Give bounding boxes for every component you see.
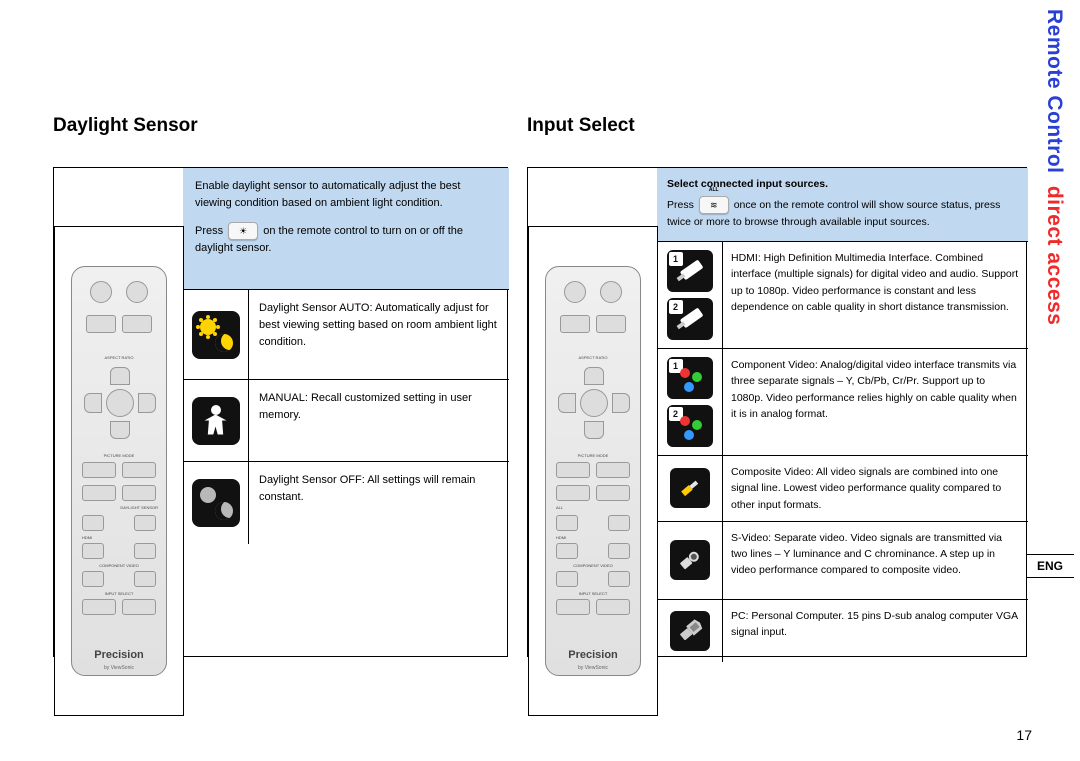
hdmi-icon-2: 2 — [667, 298, 713, 340]
sensor-off-icon — [192, 479, 240, 527]
side-tab-line2: direct access — [1043, 186, 1066, 326]
remote-illustration-cell-2: ASPECT RATIO PICTURE MODE ALL — [528, 226, 658, 716]
daylight-box: ASPECT RATIO PICTURE MODE DAYLIGHT SENSO… — [53, 167, 508, 657]
side-tab-text: Remote Control direct access — [1042, 9, 1066, 325]
composite-icon-cell — [657, 456, 723, 521]
page-number: 17 — [1016, 727, 1032, 743]
daylight-auto-text: Daylight Sensor AUTO: Automatically adju… — [249, 290, 509, 379]
svideo-text: S-Video: Separate video. Video signals a… — [723, 522, 1028, 599]
svideo-icon — [670, 540, 710, 580]
daylight-row-manual: MANUAL: Recall customized setting in use… — [183, 380, 509, 462]
daylight-rows: Daylight Sensor AUTO: Automatically adju… — [183, 290, 509, 544]
input-all-key-icon: ≋ — [699, 196, 729, 214]
daylight-section: Daylight Sensor ASPECT RATIO — [53, 115, 508, 657]
hdmi-icon-1: 1 — [667, 250, 713, 292]
input-content: Select connected input sources. Press AL… — [657, 168, 1028, 656]
input-section: Input Select ASPECT RATIO P — [527, 115, 1027, 657]
component-icon-2: 2 — [667, 405, 713, 447]
remote-control-image: ASPECT RATIO PICTURE MODE DAYLIGHT SENSO… — [71, 266, 167, 676]
input-row-composite: Composite Video: All video signals are c… — [657, 456, 1028, 522]
hdmi-icon-cell: 1 2 — [657, 242, 723, 348]
daylight-content: Enable daylight sensor to automatically … — [183, 168, 509, 656]
component-text: Component Video: Analog/digital video in… — [723, 349, 1028, 455]
input-row-pc: PC: Personal Computer. 15 pins D-sub ana… — [657, 600, 1028, 662]
remote-brand-sub: by ViewSonic — [72, 665, 166, 671]
daylight-banner: Enable daylight sensor to automatically … — [183, 168, 509, 290]
input-rows: 1 2 HDMI: High Definition Multimedia Int… — [657, 242, 1028, 662]
manual-page: Remote Control direct access ENG 17 Dayl… — [0, 0, 1080, 761]
daylight-row-auto: Daylight Sensor AUTO: Automatically adju… — [183, 290, 509, 380]
daylight-off-icon-cell — [183, 462, 249, 544]
input-banner: Select connected input sources. Press AL… — [657, 168, 1028, 242]
input-row-component: 1 2 Comp — [657, 349, 1028, 456]
daylight-title: Daylight Sensor — [53, 115, 508, 137]
pc-text: PC: Personal Computer. 15 pins D-sub ana… — [723, 600, 1028, 662]
remote-dpad — [84, 367, 156, 439]
daylight-auto-icon-cell — [183, 290, 249, 379]
pc-icon-cell — [657, 600, 723, 662]
daylight-banner-press-line: Press ☀ on the remote control to turn on… — [195, 222, 497, 257]
input-title: Input Select — [527, 115, 1027, 137]
lang-badge: ENG — [1026, 554, 1074, 578]
daylight-manual-text: MANUAL: Recall customized setting in use… — [249, 380, 509, 461]
remote-control-image-2: ASPECT RATIO PICTURE MODE ALL — [545, 266, 641, 676]
input-box: ASPECT RATIO PICTURE MODE ALL — [527, 167, 1027, 657]
sun-moon-icon — [192, 311, 240, 359]
composite-text: Composite Video: All video signals are c… — [723, 456, 1028, 521]
input-banner-press-line: Press ALL ≋ once on the remote control w… — [667, 196, 1018, 230]
daylight-manual-icon-cell — [183, 380, 249, 461]
composite-icon — [670, 468, 710, 508]
daylight-key-icon: ☀ — [228, 222, 258, 240]
component-icon-cell: 1 2 — [657, 349, 723, 455]
remote-illustration-cell: ASPECT RATIO PICTURE MODE DAYLIGHT SENSO… — [54, 226, 184, 716]
hdmi-text: HDMI: High Definition Multimedia Interfa… — [723, 242, 1028, 348]
remote-brand: Precision — [72, 649, 166, 661]
daylight-off-text: Daylight Sensor OFF: All settings will r… — [249, 462, 509, 544]
input-row-hdmi: 1 2 HDMI: High Definition Multimedia Int… — [657, 242, 1028, 349]
component-icon-1: 1 — [667, 357, 713, 399]
person-icon — [192, 397, 240, 445]
daylight-banner-text1: Enable daylight sensor to automatically … — [195, 178, 497, 212]
side-tab-line1: Remote Control — [1043, 9, 1066, 174]
svideo-icon-cell — [657, 522, 723, 599]
side-tab: Remote Control direct access — [1038, 5, 1068, 335]
pc-icon — [670, 611, 710, 651]
input-row-svideo: S-Video: Separate video. Video signals a… — [657, 522, 1028, 600]
daylight-row-off: Daylight Sensor OFF: All settings will r… — [183, 462, 509, 544]
